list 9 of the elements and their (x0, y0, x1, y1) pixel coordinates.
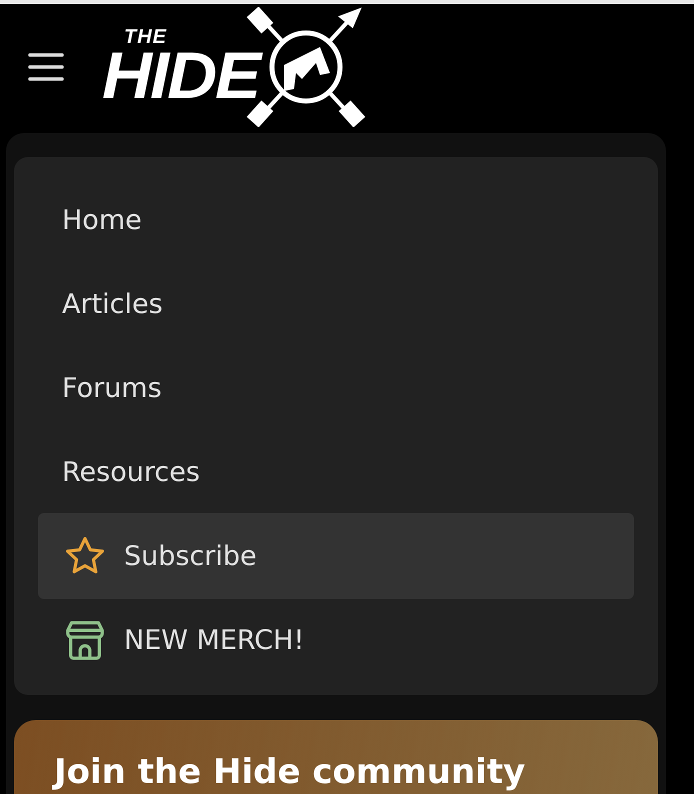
nav-item[interactable]: Resources (38, 429, 634, 515)
nav-item[interactable]: Forums (38, 345, 634, 431)
nav-item[interactable]: Home (38, 177, 634, 263)
banner-title: Join the Hide community (54, 752, 526, 792)
nav-item[interactable]: Articles (38, 261, 634, 347)
logo-text: THE (124, 28, 168, 46)
nav-item[interactable]: Subscribe (38, 513, 634, 599)
menu-button[interactable] (28, 52, 64, 82)
nav-item[interactable]: NEW MERCH! (38, 597, 634, 683)
